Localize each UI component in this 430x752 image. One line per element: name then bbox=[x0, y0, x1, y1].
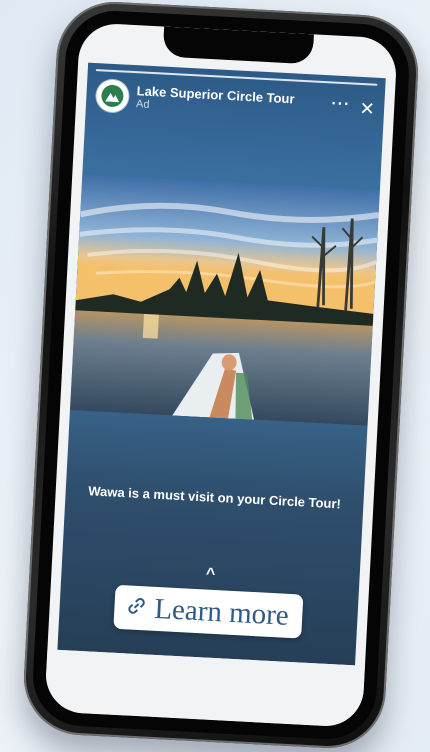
story-ad[interactable]: Lake Superior Circle Tour Ad ··· × Wawa … bbox=[57, 62, 386, 666]
story-photo bbox=[69, 174, 380, 426]
phone-notch bbox=[162, 26, 314, 65]
learn-more-label: Learn more bbox=[153, 592, 290, 632]
story-header: Lake Superior Circle Tour Ad ··· × bbox=[95, 77, 376, 128]
more-dots-icon[interactable]: ··· bbox=[331, 95, 351, 116]
learn-more-button[interactable]: Learn more bbox=[113, 584, 304, 639]
phone-mockup: Lake Superior Circle Tour Ad ··· × Wawa … bbox=[21, 0, 421, 751]
link-icon bbox=[126, 595, 147, 620]
phone-screen: Lake Superior Circle Tour Ad ··· × Wawa … bbox=[44, 22, 398, 728]
brand-avatar[interactable] bbox=[95, 79, 130, 113]
chevron-up-icon[interactable]: ^ bbox=[205, 565, 215, 583]
brand-logo-icon bbox=[100, 84, 125, 108]
close-icon[interactable]: × bbox=[359, 95, 374, 123]
ad-caption: Wawa is a must visit on your Circle Tour… bbox=[87, 483, 342, 512]
header-actions: ··· × bbox=[331, 95, 375, 123]
story-titles: Lake Superior Circle Tour Ad bbox=[136, 83, 295, 119]
